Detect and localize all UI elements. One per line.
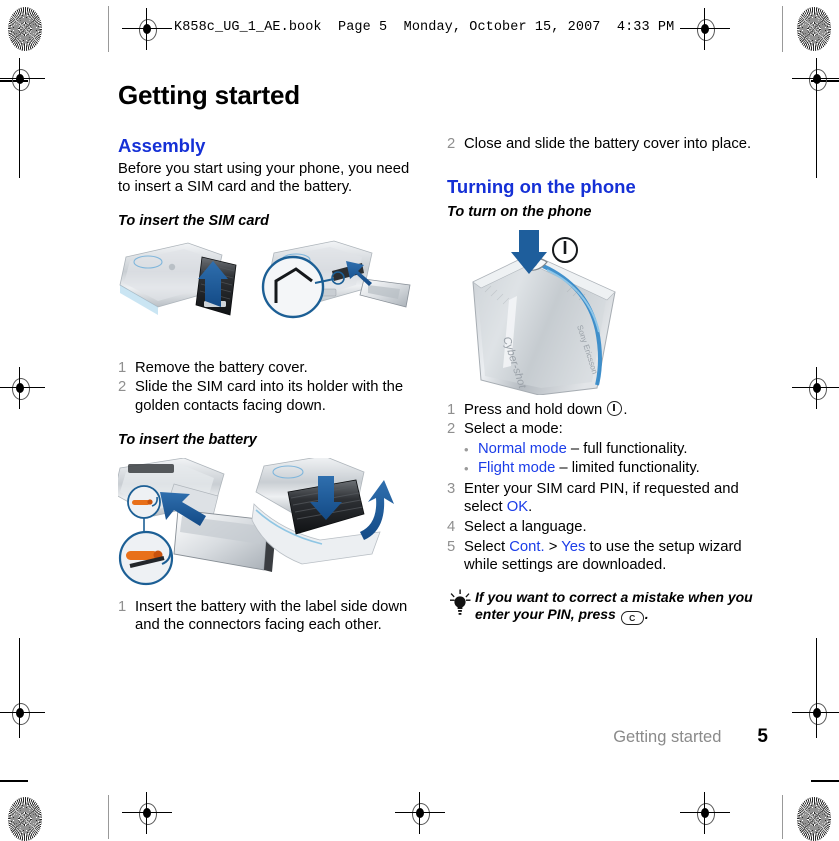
list-item: 1 Remove the battery cover. [118,359,423,378]
step-text: Insert the battery with the label side d… [135,598,408,634]
right-column: 2 Close and slide the battery cover into… [447,135,767,636]
step-text: Enter your SIM card PIN, if requested an… [464,480,767,517]
list-item: • Flight mode – limited functionality. [464,459,767,478]
lightbulb-icon [447,589,475,619]
step-text: Remove the battery cover. [135,359,308,376]
step-number: 3 [447,480,456,497]
step-number: 2 [118,379,127,396]
footer-page-number: 5 [757,726,768,747]
mode-desc-normal: – full functionality. [566,440,688,457]
list-item: 2 Slide the SIM card into its holder wit… [118,378,423,415]
figure-insert-sim-card [118,239,423,349]
list-item: 4 Select a language. [447,518,767,537]
two-column-layout: Assembly Before you start using your pho… [118,135,768,636]
figure-insert-sim-card-svg [119,240,411,319]
list-item: 5 Select Cont. > Yes to use the setup wi… [447,538,767,575]
step-text: Close and slide the battery cover into p… [464,136,752,152]
bullet-icon: • [464,460,469,476]
procedure-heading-insert-sim: To insert the SIM card [118,212,269,229]
list-item: 2 Select a mode: • Normal mode – full fu… [447,420,767,479]
menu-link-ok[interactable]: OK [507,499,528,515]
tip-callout: If you want to correct a mistake when yo… [447,589,767,626]
figure-turn-on-phone-svg: Cyber-shot Sony Ericsson [472,229,616,395]
step-number: 1 [447,401,456,418]
tip-text-tail: . [644,606,649,623]
assembly-intro-paragraph: Before you start using your phone, you n… [118,161,410,196]
list-item: 1 Press and hold down . [447,400,767,420]
mode-link-flight[interactable]: Flight mode [478,460,555,476]
step-number: 5 [447,538,456,555]
step-text-lead: Press and hold down [464,401,607,418]
step-number: 2 [447,136,456,152]
page-footer: Getting started 5 [118,726,768,748]
step-text: Press and hold down . [464,400,767,420]
section-heading-assembly: Assembly [118,135,206,156]
mode-options-list: • Normal mode – full functionality. • Fl… [464,440,767,478]
step-text-lead: Enter your SIM card PIN, if requested an… [464,480,739,516]
mode-desc-flight: – limited functionality. [555,459,700,476]
steps-turn-on-phone: 1 Press and hold down . 2 Select a mode:… [447,400,767,575]
figure-insert-battery-svg [118,457,394,585]
step-text-lead: Select [464,538,510,555]
step-text: Select a mode: • Normal mode – full func… [464,420,767,479]
steps-continued-insert-battery: 2 Close and slide the battery cover into… [447,135,767,154]
bullet-text: Flight mode – limited functionality. [478,459,700,478]
mode-link-normal[interactable]: Normal mode [478,441,567,457]
steps-insert-battery: 1 Insert the battery with the label side… [118,598,423,635]
step-text: Select Cont. > Yes to use the setup wiza… [464,538,767,575]
clear-key-icon: C [620,611,644,626]
figure-insert-battery [118,457,423,588]
menu-link-yes[interactable]: Yes [561,539,585,555]
step-number: 4 [447,518,456,535]
menu-link-separator: > [544,538,562,555]
footer-section-label: Getting started [613,728,722,746]
list-item: 3 Enter your SIM card PIN, if requested … [447,480,767,517]
left-column: Assembly Before you start using your pho… [118,135,423,636]
step-number: 1 [118,359,127,376]
manual-page: Getting started Assembly Before you star… [0,0,839,840]
step-text-tail: . [528,499,533,516]
procedure-heading-insert-battery: To insert the battery [118,431,257,448]
step-text-tail: . [623,401,628,418]
menu-link-cont[interactable]: Cont. [509,539,544,555]
section-heading-turning-on: Turning on the phone [447,175,636,197]
step-text-lead: Select a mode: [464,421,563,438]
figure-turn-on-phone: Cyber-shot Sony Ericsson [447,229,767,395]
step-text: Select a language. [464,518,587,535]
step-number: 1 [118,598,127,615]
list-item: 2 Close and slide the battery cover into… [447,135,767,154]
procedure-heading-turn-on: To turn on the phone [447,203,592,220]
steps-insert-sim-card: 1 Remove the battery cover. 2 Slide the … [118,359,423,416]
page-title: Getting started [118,80,300,110]
page-content: Getting started Assembly Before you star… [118,80,768,636]
tip-text: If you want to correct a mistake when yo… [475,589,767,626]
list-item: • Normal mode – full functionality. [464,440,767,459]
step-number: 2 [447,421,456,438]
bullet-icon: • [464,441,469,457]
list-item: 1 Insert the battery with the label side… [118,598,423,635]
power-key-icon [607,400,623,416]
bullet-text: Normal mode – full functionality. [478,440,687,459]
step-text: Slide the SIM card into its holder with … [135,379,404,414]
tip-text-lead: If you want to correct a mistake when yo… [475,588,753,623]
